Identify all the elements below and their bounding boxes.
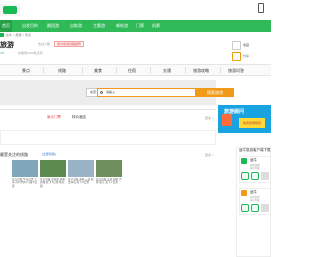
android-download-icon[interactable] (241, 204, 249, 212)
download-title: 途牛旅游客户端下载 (239, 148, 271, 152)
nav-item-tickets[interactable]: 门票 (136, 20, 144, 32)
tab-divider (150, 67, 151, 74)
ios-download-icon[interactable] (251, 172, 259, 180)
rating-count: 共收录1000条点评 (18, 51, 43, 55)
tickets-hotels-section: 景点门票 特价酒店 更多 > (0, 109, 216, 131)
mobile-phone-icon[interactable] (258, 3, 264, 13)
search-icon (100, 91, 103, 94)
app-icon (241, 158, 247, 164)
more-link[interactable]: 更多 > (205, 153, 214, 157)
tab-transport[interactable]: 交通 (163, 65, 171, 76)
share-button[interactable]: 分享 (243, 54, 249, 58)
android-download-icon[interactable] (241, 172, 249, 180)
route-card-desc[interactable]: 北京出发 海南 三亚 蜈支洲岛 双飞 6日游 (68, 178, 94, 185)
breadcrumb: 途牛 > 旅游 > 景点 (6, 33, 31, 37)
tab-divider (116, 67, 117, 74)
nav-item-group-tour[interactable]: 跟团游 (47, 20, 59, 32)
nav-item-flights[interactable]: 机票 (152, 20, 160, 32)
main-nav: 首页 出发目的 跟团游 自助游 主题游 邮轮游 门票 机票 (0, 20, 271, 32)
tab-divider (82, 67, 83, 74)
app-desc: App下载 (250, 199, 260, 202)
tab-qa[interactable]: 旅游问答 (228, 65, 244, 76)
nav-item-theme[interactable]: 主题游 (93, 20, 105, 32)
breadcrumb-item: 景点 (24, 33, 31, 37)
route-card-image[interactable] (96, 160, 122, 177)
app-icon (241, 190, 247, 196)
tab-divider (43, 67, 44, 74)
category-tabs: 景点 线路 美食 住宿 交通 旅游攻略 旅游问答 (0, 64, 271, 76)
home-icon[interactable] (0, 33, 4, 37)
recommend-tag[interactable]: 国内旅游线路推荐 (54, 41, 85, 47)
route-card-image[interactable] (68, 160, 94, 177)
more-link[interactable]: 更多 > (205, 116, 214, 120)
banner-cta[interactable]: 免费旅游规划 (239, 118, 265, 128)
tab-attraction-tickets[interactable]: 景点门票 (47, 115, 61, 120)
breadcrumb-item[interactable]: 旅游 (15, 33, 21, 37)
title-subtext: 去过人数 (38, 42, 51, 46)
rating-score: 4.5 (0, 51, 5, 55)
search-button[interactable]: 搜索旅游 (196, 88, 234, 97)
tab-special-hotels[interactable]: 特价酒店 (72, 115, 86, 120)
tab-food[interactable]: 美食 (94, 65, 102, 76)
qr-code-icon (261, 204, 269, 212)
breadcrumb-item[interactable]: 途牛 (6, 33, 12, 37)
nav-item-cruise[interactable]: 邮轮游 (116, 20, 128, 32)
nav-item-self-guided[interactable]: 自助游 (70, 20, 82, 32)
ios-download-icon[interactable] (251, 204, 259, 212)
top-bar (0, 0, 271, 20)
page-title: 旅游 (0, 42, 14, 49)
city-select-value: 北京 (90, 90, 97, 94)
route-card-image[interactable] (12, 160, 38, 177)
section-title: 最受关注的线路 (0, 152, 28, 157)
star-icon[interactable] (232, 41, 241, 50)
logo-mark (3, 6, 17, 14)
qr-code-icon (261, 172, 269, 180)
nav-item-destination[interactable]: 出发目的 (22, 20, 38, 32)
tab-divider (220, 67, 221, 74)
route-card-desc[interactable]: 北京出发 张家界 凤凰古城 双飞 5日游 纯玩团 (40, 178, 66, 188)
search-input[interactable]: 请输入 (97, 88, 196, 97)
tab-hotels[interactable]: 住宿 (128, 65, 136, 76)
tab-routes[interactable]: 线路 (58, 65, 66, 76)
tab-guides[interactable]: 旅游攻略 (193, 65, 209, 76)
tab-divider (185, 67, 186, 74)
site-logo[interactable] (0, 4, 20, 16)
nav-item-home[interactable]: 首页 (0, 20, 12, 32)
search-input-value: 请输入 (106, 90, 116, 94)
content-box (0, 130, 216, 145)
route-card-desc[interactable]: 北京出发 云南 昆明 大理 丽江 双飞 7日游 (96, 178, 122, 185)
tab-attractions[interactable]: 景点 (22, 65, 30, 76)
advisor-avatar-icon (222, 114, 232, 126)
route-card-image[interactable] (40, 160, 66, 177)
save-button[interactable]: 收藏 (243, 43, 249, 47)
all-routes-link[interactable]: [全部线路] (42, 152, 56, 156)
app-desc: App下载 (250, 167, 260, 170)
share-icon[interactable] (232, 52, 241, 61)
route-card-desc[interactable]: 北京出发 华东五市 上海 苏州 杭州 乌镇 6日游 (12, 178, 38, 188)
